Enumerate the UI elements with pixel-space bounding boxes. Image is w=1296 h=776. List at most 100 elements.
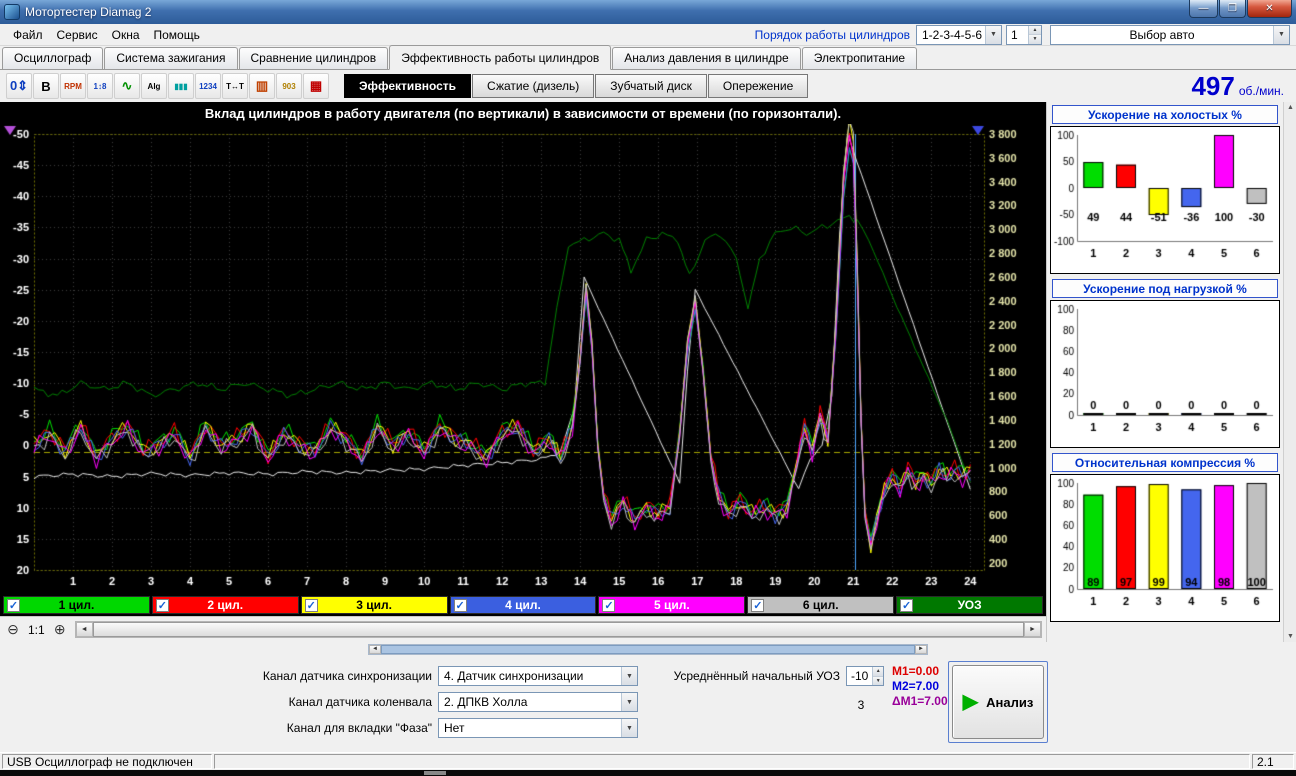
measurements: M1=0.00 M2=7.00 ΔM1=7.00 <box>892 664 948 709</box>
bottom-panel: Канал датчика синхронизации 4. Датчик си… <box>0 656 1296 752</box>
side-chart-title-1: Ускорение под нагрузкой % <box>1052 279 1278 298</box>
zoom-ratio: 1:1 <box>28 622 45 637</box>
checkbox-icon[interactable]: ✓ <box>751 598 765 612</box>
maximize-icon: ❐ <box>1228 3 1237 14</box>
legend-label: УОЗ <box>957 598 982 612</box>
subtab-3[interactable]: Опережение <box>707 74 809 98</box>
phase-channel-value: Нет <box>444 721 465 735</box>
rpm-button[interactable]: RPM <box>60 73 86 99</box>
menu-item-0[interactable]: Файл <box>6 26 50 44</box>
crank-channel-select[interactable]: 2. ДПКВ Холла ▼ <box>438 692 638 712</box>
dropdown-arrow-icon[interactable]: ▼ <box>1273 25 1289 44</box>
dropdown-arrow-icon[interactable]: ▼ <box>621 693 637 711</box>
spin-up-icon[interactable]: ▲ <box>873 667 883 676</box>
menu-item-1[interactable]: Сервис <box>50 26 105 44</box>
menu-item-2[interactable]: Окна <box>105 26 147 44</box>
zoom-controls: ⊖ 1:1 ⊕ ◄ ► <box>0 616 1046 642</box>
scroll-up-icon[interactable]: ▲ <box>1287 104 1294 111</box>
legend-cyl-4[interactable]: ✓ 4 цил. <box>449 596 597 614</box>
scrollbar-thumb[interactable] <box>92 622 1024 637</box>
firing-order-button[interactable]: 1234 <box>195 73 221 99</box>
subtab-2[interactable]: Зубчатый диск <box>595 74 707 98</box>
tab-3[interactable]: Эффективность работы цилиндров <box>389 45 612 70</box>
checkbox-icon[interactable]: ✓ <box>7 598 20 612</box>
side-vertical-scrollbar[interactable]: ▲ ▼ <box>1283 102 1296 642</box>
car-select[interactable]: Выбор авто ▼ <box>1050 24 1290 45</box>
scroll-right-icon[interactable]: ► <box>915 644 927 654</box>
analyze-button[interactable]: ▶ Анализ <box>952 665 1044 739</box>
taskbar-stub <box>424 771 446 775</box>
tab-4[interactable]: Анализ давления в цилиндре <box>612 47 801 69</box>
spin-down-icon[interactable]: ▼ <box>873 675 883 685</box>
range-icon: 1↕8 <box>93 81 107 91</box>
legend-cyl-6[interactable]: ✓ 6 цил. <box>747 596 895 614</box>
side-panel: Ускорение на холостых % Ускорение под наг… <box>1046 102 1296 642</box>
sync-channel-select[interactable]: 4. Датчик синхронизации ▼ <box>438 666 638 686</box>
subtab-1[interactable]: Сжатие (дизель) <box>472 74 595 98</box>
algorithm-button[interactable]: Alg <box>141 73 167 99</box>
minimize-button[interactable]: — <box>1189 0 1218 18</box>
main-chart-canvas[interactable] <box>0 124 1046 594</box>
window-title: Мотортестер Diamag 2 <box>25 5 152 19</box>
gauge-903-button[interactable]: 903 <box>276 73 302 99</box>
legend-cyl-2[interactable]: ✓ 2 цил. <box>151 596 299 614</box>
rpm-display: 497 об./мин. <box>1191 71 1290 102</box>
crank-channel-value: 2. ДПКВ Холла <box>444 695 528 709</box>
tab-1[interactable]: Система зажигания <box>104 47 238 69</box>
chart-horizontal-scrollbar[interactable]: ◄ ► <box>74 621 1042 638</box>
spin-down-icon[interactable]: ▼ <box>1029 34 1041 44</box>
amplitude-icon: B <box>41 78 51 94</box>
dropdown-arrow-icon[interactable]: ▼ <box>621 667 637 685</box>
maximize-button[interactable]: ❐ <box>1219 0 1246 18</box>
bottom-horizontal-scrollbar[interactable]: ◄ ► <box>368 643 928 655</box>
subtab-strip: Эффективность Сжатие (дизель) Зубчатый дис… <box>344 74 809 98</box>
firing-order-label: Порядок работы цилиндров <box>754 27 910 42</box>
scrollbar-track[interactable] <box>92 622 1024 637</box>
side-chart-title-0: Ускорение на холостых % <box>1052 105 1278 124</box>
firing-order-select[interactable]: 1-2-3-4-5-6 ▼ <box>916 24 1002 45</box>
legend-label: 1 цил. <box>58 598 95 612</box>
spin-up-icon[interactable]: ▲ <box>1029 25 1041 34</box>
legend-cyl-3[interactable]: ✓ 3 цил. <box>300 596 448 614</box>
tab-2[interactable]: Сравнение цилиндров <box>238 47 389 69</box>
zero-offset-button[interactable]: 0⇕ <box>6 73 32 99</box>
checkbox-icon[interactable]: ✓ <box>453 598 467 612</box>
scroll-right-icon[interactable]: ► <box>1024 622 1041 637</box>
legend-row: ✓ 1 цил. ✓ 2 цил. ✓ 3 цил. ✓ 4 цил. ✓ 5 цил. ✓ 6 ци… <box>0 594 1046 616</box>
engine-icon: ▥ <box>255 78 269 93</box>
dropdown-arrow-icon[interactable]: ▼ <box>985 25 1001 44</box>
legend-cyl-5[interactable]: ✓ 5 цил. <box>598 596 746 614</box>
table-button[interactable]: ▦ <box>303 73 329 99</box>
amplitude-button[interactable]: B <box>33 73 59 99</box>
scroll-left-icon[interactable]: ◄ <box>75 622 93 637</box>
checkbox-icon[interactable]: ✓ <box>900 598 914 612</box>
close-button[interactable]: ✕ <box>1247 0 1292 18</box>
engine-button[interactable]: ▥ <box>249 73 275 99</box>
checkbox-icon[interactable]: ✓ <box>602 598 616 612</box>
scroll-down-icon[interactable]: ▼ <box>1287 633 1294 640</box>
uoz-spinner[interactable]: -10 ▲ ▼ <box>846 666 884 686</box>
zero-offset-icon: 0⇕ <box>9 78 29 93</box>
dropdown-arrow-icon[interactable]: ▼ <box>621 719 637 737</box>
checkbox-icon[interactable]: ✓ <box>304 598 318 612</box>
tab-0[interactable]: Осциллограф <box>2 47 104 69</box>
waveform-button[interactable]: ∿ <box>114 73 140 99</box>
phase-channel-select[interactable]: Нет ▼ <box>438 718 638 738</box>
scrollbar-thumb[interactable] <box>381 644 915 654</box>
scroll-left-icon[interactable]: ◄ <box>369 644 381 654</box>
menu-item-3[interactable]: Помощь <box>147 26 207 44</box>
cylinder-count-spinner[interactable]: 1 ▲ ▼ <box>1006 24 1042 45</box>
legend-cyl-1[interactable]: ✓ 1 цил. <box>3 596 150 614</box>
uoz-spinner-value: -10 <box>851 669 869 683</box>
time-markers-button[interactable]: T↔T <box>222 73 248 99</box>
subtab-0[interactable]: Эффективность <box>344 74 472 98</box>
range-button[interactable]: 1↕8 <box>87 73 113 99</box>
checkbox-icon[interactable]: ✓ <box>155 598 169 612</box>
cylinder-bars-button[interactable]: ▮▮▮ <box>168 73 194 99</box>
zoom-in-button[interactable]: ⊕ <box>51 621 69 639</box>
zoom-out-button[interactable]: ⊖ <box>4 621 22 639</box>
side-chart-2: Относительная компрессия % <box>1047 453 1283 622</box>
tab-5[interactable]: Электропитание <box>801 47 918 69</box>
scrollbar-track[interactable] <box>381 644 915 654</box>
legend-uoz[interactable]: ✓ УОЗ <box>896 596 1044 614</box>
